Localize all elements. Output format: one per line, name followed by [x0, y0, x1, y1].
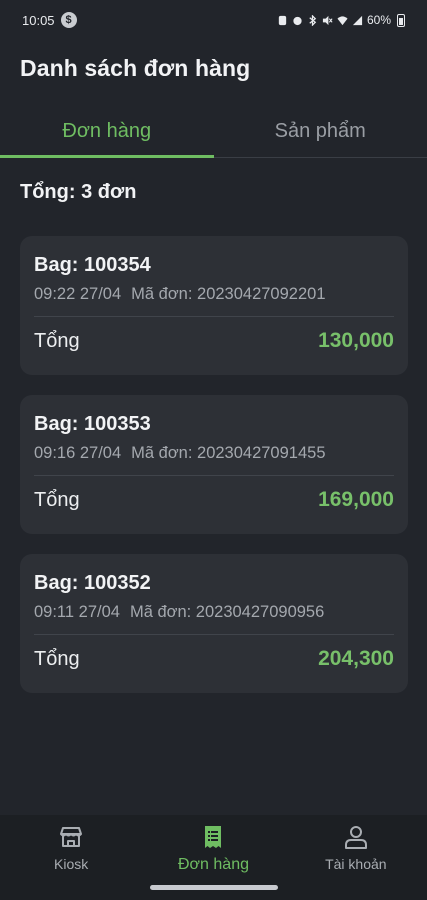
tab-orders[interactable]: Đơn hàng	[0, 105, 214, 158]
order-total-label: Tổng	[34, 488, 80, 511]
status-left: 10:05 $	[22, 12, 77, 28]
nav-account[interactable]: Tài khoản	[285, 815, 427, 900]
tab-products[interactable]: Sản phẩm	[214, 105, 427, 157]
order-code: Mã đơn: 20230427090956	[129, 603, 325, 621]
order-count: Tổng: 3 đơn	[20, 181, 137, 203]
signal-icon	[352, 15, 363, 25]
battery-percent: 60%	[366, 13, 391, 27]
dollar-icon: $	[60, 12, 77, 28]
order-total-row: Tổng 169,000	[34, 488, 394, 512]
order-time: 09:16 27/04	[34, 444, 122, 462]
nav-kiosk[interactable]: Kiosk	[0, 815, 142, 900]
order-time: 09:11 27/04	[34, 603, 120, 621]
order-time: 09:22 27/04	[34, 285, 122, 303]
mute-icon	[322, 15, 333, 25]
order-bag: Bag: 100353	[34, 413, 151, 435]
order-meta: 09:11 27/04 Mã đơn: 20230427090956	[34, 603, 394, 635]
status-time: 10:05	[22, 12, 55, 28]
order-total-value: 169,000	[318, 488, 394, 511]
order-card[interactable]: Bag: 100354 09:22 27/04 Mã đơn: 202304270…	[20, 236, 408, 375]
order-total-label: Tổng	[34, 647, 80, 670]
order-total-row: Tổng 130,000	[34, 329, 394, 353]
battery-icon	[397, 13, 405, 27]
status-bar: 10:05 $ 60%	[0, 0, 427, 40]
notification-icon	[278, 15, 287, 25]
order-bag: Bag: 100352	[34, 572, 151, 594]
order-total-label: Tổng	[34, 329, 80, 352]
receipt-icon	[205, 826, 222, 848]
order-card[interactable]: Bag: 100353 09:16 27/04 Mã đơn: 202304270…	[20, 395, 408, 534]
alarm-icon	[293, 16, 302, 25]
home-indicator[interactable]	[150, 885, 278, 890]
order-meta: 09:22 27/04 Mã đơn: 20230427092201	[34, 285, 394, 317]
wifi-icon	[337, 15, 348, 25]
order-meta: 09:16 27/04 Mã đơn: 20230427091455	[34, 444, 394, 476]
tab-bar: Đơn hàng Sản phẩm	[0, 105, 427, 158]
order-total-row: Tổng 204,300	[34, 647, 394, 671]
order-card[interactable]: Bag: 100352 09:11 27/04 Mã đơn: 202304270…	[20, 554, 408, 693]
order-total-value: 204,300	[318, 647, 394, 670]
order-total-value: 130,000	[318, 329, 394, 352]
order-list: Bag: 100354 09:22 27/04 Mã đơn: 202304270…	[20, 236, 408, 713]
nav-label: Kiosk	[54, 856, 89, 872]
store-icon	[60, 827, 83, 847]
bluetooth-icon	[309, 14, 317, 26]
user-icon	[344, 826, 367, 849]
order-code: Mã đơn: 20230427091455	[131, 444, 326, 462]
nav-label: Đơn hàng	[178, 856, 249, 873]
screen: 10:05 $ 60% Danh sách đơn hàng Đơn hàng …	[0, 0, 427, 900]
order-code: Mã đơn: 20230427092201	[131, 285, 326, 303]
order-bag: Bag: 100354	[34, 254, 151, 276]
nav-label: Tài khoản	[325, 856, 387, 872]
status-right: 60%	[277, 13, 405, 27]
page-title: Danh sách đơn hàng	[20, 55, 251, 81]
